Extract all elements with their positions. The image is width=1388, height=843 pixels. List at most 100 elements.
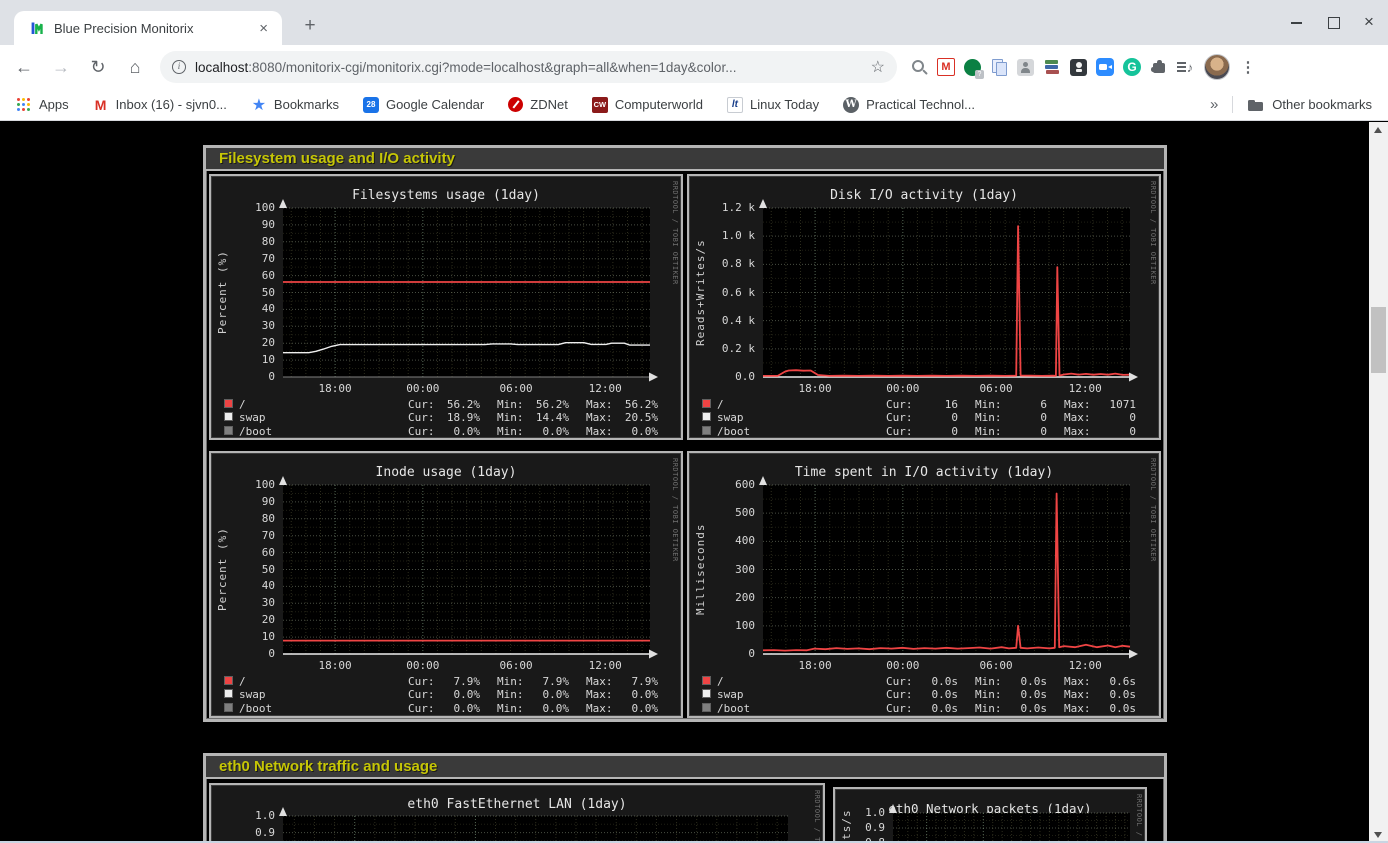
page-scrollbar[interactable] [1369,122,1388,843]
chart-title: Time spent in I/O activity (1day) [689,465,1159,480]
grammarly-icon[interactable]: G [1123,58,1141,76]
y-tick-label: 50 [211,287,275,299]
y-tick-label: 50 [211,564,275,576]
legend-stat-value: 0.0% [436,688,480,701]
forward-button[interactable]: → [48,57,74,78]
copy-icon[interactable] [990,58,1008,76]
chart-plot[interactable] [283,816,788,843]
chart-panel-filesystems-usage: Filesystems usage (1day) RRDTOOL / TOBI … [209,174,683,440]
bookmark-item-star[interactable]: ★Bookmarks [251,97,339,113]
tab-close-icon[interactable]: × [255,20,272,37]
legend-swatch [224,399,233,408]
y-tick-label: 0.9 [835,822,885,834]
legend-stat-key: Min: [975,675,1002,688]
legend-series-label: /boot [239,702,272,715]
y-tick-label: 600 [689,479,755,491]
books-icon[interactable] [1043,58,1061,76]
minimize-button[interactable] [1290,15,1304,29]
y-tick-label: 90 [211,219,275,231]
legend-swatch [224,412,233,421]
search-icon[interactable] [910,58,928,76]
legend-stat-key: Max: [586,398,613,411]
legend-stat-key: Min: [975,398,1002,411]
chart-title: Inode usage (1day) [211,465,681,480]
y-tick-label: 20 [211,337,275,349]
site-info-icon[interactable]: i [172,60,186,74]
legend-stat-key: Cur: [886,425,913,438]
legend-row: swapCur:0.0%Min:0.0%Max:0.0% [224,688,674,701]
close-window-button[interactable]: × [1362,15,1376,29]
other-bookmarks-folder[interactable]: Other bookmarks [1247,97,1372,113]
legend-stat-key: Min: [497,411,524,424]
legend-stat-value: 6 [1003,398,1047,411]
legend-stat-key: Max: [1064,675,1091,688]
bookmarks-right: » Other bookmarks [1210,96,1372,113]
rrdtool-watermark: RRDTOOL / TOBI OETIKER [671,458,679,562]
legend-stat-key: Cur: [408,675,435,688]
bookmark-item-gmail[interactable]: MInbox (16) - sjvn0... [93,97,227,113]
bookmarks-overflow-chevron[interactable]: » [1210,96,1218,113]
tab-title: Blue Precision Monitorix [54,21,255,36]
rrdtool-watermark: RRDTOOL / TOBI OETIKER [813,790,821,843]
x-tick-label: 06:00 [974,659,1018,672]
chart-plot[interactable] [893,813,1130,843]
reload-button[interactable]: ↻ [85,57,111,78]
legend-stat-value: 0.0s [1092,688,1136,701]
bookmark-item-apps[interactable]: Apps [16,97,69,113]
url-text[interactable]: localhost:8080/monitorix-cgi/monitorix.c… [195,60,863,75]
legend-stat-value: 56.2% [614,398,658,411]
bookmark-item-wordpress[interactable]: WPractical Technol... [843,97,975,113]
profile-avatar[interactable] [1204,54,1230,80]
person-icon[interactable] [1017,59,1034,76]
browser-toolbar: ← → ↻ ⌂ i localhost:8080/monitorix-cgi/m… [0,45,1388,89]
chart-plot[interactable] [763,485,1130,654]
legend-stat-value: 14.4% [525,411,569,424]
zoom-icon[interactable] [1096,58,1114,76]
address-bar[interactable]: i localhost:8080/monitorix-cgi/monitorix… [160,51,897,83]
chart-plot[interactable] [283,208,650,377]
legend-stat-key: Cur: [408,411,435,424]
legend-series-label: /boot [717,425,750,438]
voice-icon[interactable]: ? [964,59,981,76]
y-tick-label: 0.9 [211,827,275,839]
keeper-icon[interactable] [1070,59,1087,76]
maximize-button[interactable] [1326,15,1340,29]
browser-tab[interactable]: Blue Precision Monitorix × [14,11,282,45]
folder-icon [1247,97,1265,113]
scrollbar-up-button[interactable] [1369,122,1388,138]
legend-stat-key: Min: [497,702,524,715]
queue-icon[interactable]: ♪ [1177,58,1195,76]
legend-stat-value: 56.2% [436,398,480,411]
chart-plot[interactable] [283,485,650,654]
bookmark-item-calendar[interactable]: 28Google Calendar [363,97,484,113]
legend-stat-value: 0.0s [914,702,958,715]
legend-series-label: swap [239,688,266,701]
bookmark-item-linuxtoday[interactable]: ltLinux Today [727,97,819,113]
back-button[interactable]: ← [11,57,37,78]
bookmark-star-icon[interactable]: ☆ [871,57,885,77]
bookmark-item-computerworld[interactable]: CWComputerworld [592,97,703,113]
legend-swatch [702,426,711,435]
legend-stat-value: 0.0% [525,425,569,438]
chart-title: Disk I/O activity (1day) [689,188,1159,203]
wordpress-icon: W [843,97,859,113]
section-header-filesystem: Filesystem usage and I/O activity [206,148,1164,171]
y-tick-label: 20 [211,614,275,626]
legend-stat-key: Min: [497,675,524,688]
chart-plot[interactable] [763,208,1130,377]
puzzle-icon[interactable] [1150,58,1168,76]
legend-stat-key: Min: [975,411,1002,424]
legend-row: swapCur:18.9%Min:14.4%Max:20.5% [224,411,674,424]
gmail-ext-icon[interactable]: M [937,58,955,76]
menu-dots-icon[interactable]: ⋮ [1239,58,1257,76]
legend-stat-value: 1071 [1092,398,1136,411]
scrollbar-thumb[interactable] [1371,307,1386,373]
new-tab-button[interactable]: + [296,12,324,40]
home-button[interactable]: ⌂ [122,57,148,78]
legend-stat-value: 0.0% [436,702,480,715]
legend-stat-key: Cur: [886,675,913,688]
star-icon: ★ [251,97,267,113]
legend-stat-key: Max: [586,411,613,424]
bookmark-item-zdnet[interactable]: ZDNet [508,97,568,112]
y-tick-label: 200 [689,592,755,604]
